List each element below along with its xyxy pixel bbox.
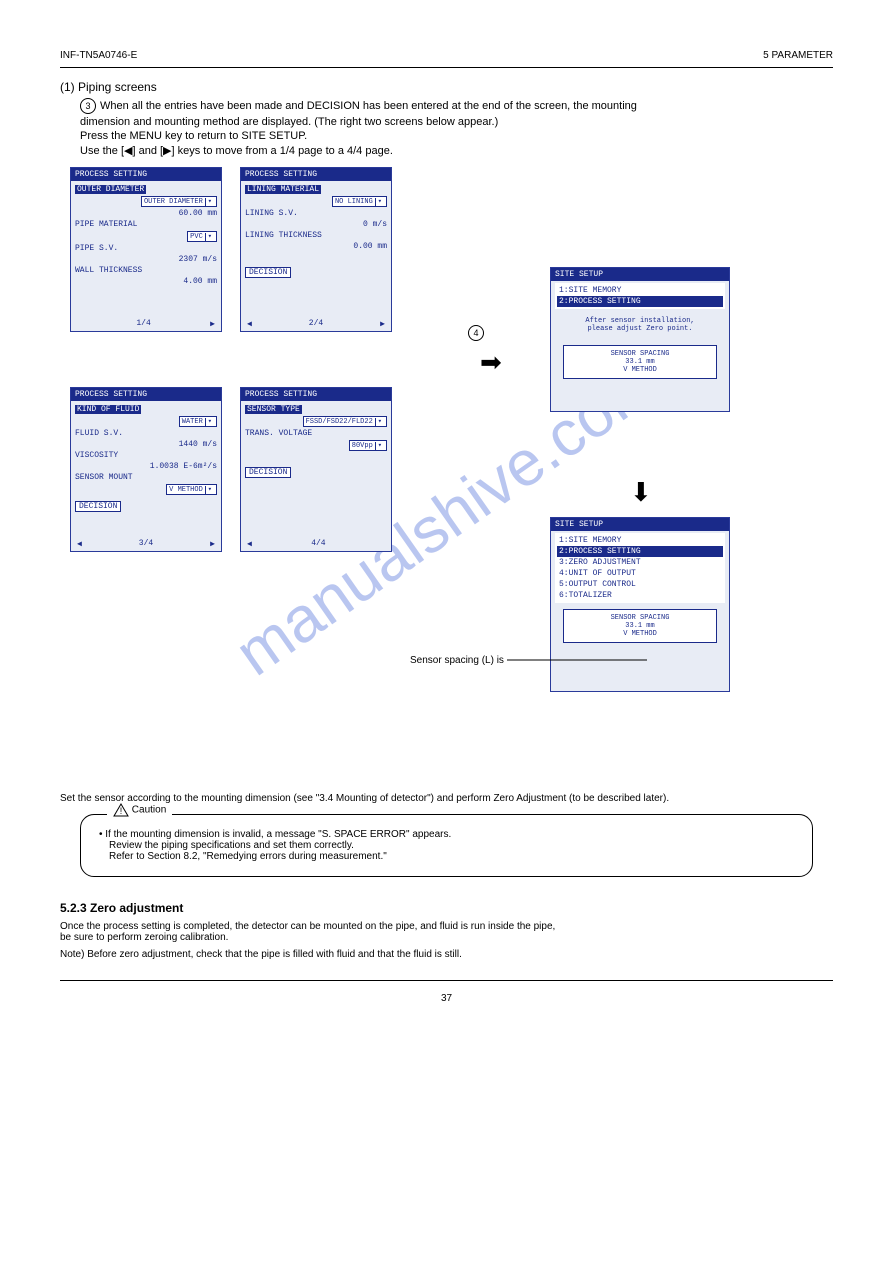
- step-number-4: 4: [468, 325, 484, 341]
- focus-field: KIND OF FLUID: [75, 405, 141, 414]
- focus-field: LINING MATERIAL: [245, 185, 321, 194]
- page-number: 37: [441, 993, 452, 1004]
- pipe-material-dropdown[interactable]: PVC▾: [187, 231, 217, 242]
- pipe-sv-value: 2307 m/s: [75, 255, 217, 264]
- outer-diameter-value: 60.00 mm: [75, 209, 217, 218]
- page-indicator: 3/4: [139, 539, 153, 549]
- process-setting-screen-2: PROCESS SETTING LINING MATERIAL NO LININ…: [240, 167, 392, 332]
- next-page-icon[interactable]: ▶: [210, 539, 215, 549]
- zero-adjustment-heading: 5.2.3 Zero adjustment: [60, 901, 833, 915]
- instruction-extra-1: Press the MENU key to return to SITE SET…: [80, 130, 833, 142]
- zero-adj-p2: be sure to perform zeroing calibration.: [60, 932, 833, 943]
- decision-button[interactable]: DECISION: [75, 501, 121, 512]
- prev-page-icon[interactable]: ◀: [247, 319, 252, 329]
- menu-item-selected[interactable]: 2:PROCESS SETTING: [557, 296, 723, 307]
- piping-heading: (1) Piping screens: [60, 80, 833, 94]
- box-line-1: SENSOR SPACING: [568, 350, 712, 358]
- lining-material-dropdown[interactable]: NO LINING▾: [332, 196, 387, 207]
- screen-title: PROCESS SETTING: [71, 168, 221, 181]
- page-indicator: 4/4: [311, 539, 325, 549]
- caution-line-2: Review the piping specifications and set…: [109, 840, 794, 851]
- sensor-mount-dropdown[interactable]: V METHOD▾: [166, 484, 217, 495]
- wall-thickness-label: WALL THICKNESS: [75, 266, 217, 275]
- caution-icon: !: [113, 803, 129, 817]
- caution-line-3: Refer to Section 8.2, "Remedying errors …: [109, 851, 794, 862]
- trans-voltage-label: TRANS. VOLTAGE: [245, 429, 387, 438]
- lining-sv-label: LINING S.V.: [245, 209, 387, 218]
- box-line-2: 33.1 mm: [568, 358, 712, 366]
- header-rule: [60, 67, 833, 68]
- menu-item[interactable]: 1:SITE MEMORY: [557, 285, 723, 296]
- menu-item[interactable]: 4:UNIT OF OUTPUT: [557, 568, 723, 579]
- popup-msg-2: please adjust Zero point.: [557, 325, 723, 333]
- process-setting-screen-3: PROCESS SETTING KIND OF FLUID WATER▾ FLU…: [70, 387, 222, 552]
- arrow-down-icon: ⬇: [630, 477, 652, 508]
- instruction-extra-2: Use the [◀] and [▶] keys to move from a …: [80, 144, 833, 157]
- set-sensor-text: Set the sensor according to the mounting…: [60, 793, 833, 804]
- menu-item[interactable]: 5:OUTPUT CONTROL: [557, 579, 723, 590]
- menu-item[interactable]: 3:ZERO ADJUSTMENT: [557, 557, 723, 568]
- next-page-icon[interactable]: ▶: [210, 319, 215, 329]
- outer-diameter-dropdown[interactable]: OUTER DIAMETER▾: [141, 196, 217, 207]
- fluid-sv-value: 1440 m/s: [75, 440, 217, 449]
- box-line-1: SENSOR SPACING: [568, 614, 712, 622]
- focus-field: OUTER DIAMETER: [75, 185, 146, 194]
- instruction-text-2: dimension and mounting method are displa…: [80, 116, 833, 128]
- caution-label: Caution: [132, 805, 166, 816]
- footer-rule: [60, 980, 833, 981]
- section-label: 5 PARAMETER: [763, 50, 833, 61]
- instruction-step-3: 3 When all the entries have been made and…: [80, 98, 833, 114]
- menu-item[interactable]: 1:SITE MEMORY: [557, 535, 723, 546]
- popup-msg-1: After sensor installation,: [557, 317, 723, 325]
- prev-page-icon[interactable]: ◀: [77, 539, 82, 549]
- site-setup-screen-a: SITE SETUP 1:SITE MEMORY 2:PROCESS SETTI…: [550, 267, 730, 412]
- box-line-2: 33.1 mm: [568, 622, 712, 630]
- fluid-kind-dropdown[interactable]: WATER▾: [179, 416, 217, 427]
- annot-sensor-spacing: Sensor spacing (L) is: [410, 655, 647, 666]
- screen-title: PROCESS SETTING: [71, 388, 221, 401]
- viscosity-label: VISCOSITY: [75, 451, 217, 460]
- lining-thickness-label: LINING THICKNESS: [245, 231, 387, 240]
- note-head: Note): [60, 949, 84, 960]
- trans-voltage-dropdown[interactable]: 80Vpp▾: [349, 440, 387, 451]
- wall-thickness-value: 4.00 mm: [75, 277, 217, 286]
- screen-title: SITE SETUP: [551, 518, 729, 531]
- process-setting-screen-4: PROCESS SETTING SENSOR TYPE FSSD/FSD22/F…: [240, 387, 392, 552]
- doc-id: INF-TN5A0746-E: [60, 50, 137, 61]
- process-setting-screen-1: PROCESS SETTING OUTER DIAMETER OUTER DIA…: [70, 167, 222, 332]
- caution-box: ! Caution • If the mounting dimension is…: [80, 814, 813, 877]
- step-number-3: 3: [80, 98, 96, 114]
- instruction-text-1: When all the entries have been made and …: [100, 100, 637, 112]
- viscosity-value: 1.0038 E-6m²/s: [75, 462, 217, 471]
- screen-title: PROCESS SETTING: [241, 168, 391, 181]
- menu-item[interactable]: 6:TOTALIZER: [557, 590, 723, 601]
- focus-field: SENSOR TYPE: [245, 405, 302, 414]
- fluid-sv-label: FLUID S.V.: [75, 429, 217, 438]
- step-4-marker: 4: [468, 325, 488, 341]
- screen-title: PROCESS SETTING: [241, 388, 391, 401]
- screen-title: SITE SETUP: [551, 268, 729, 281]
- decision-button[interactable]: DECISION: [245, 267, 291, 278]
- decision-button[interactable]: DECISION: [245, 467, 291, 478]
- prev-page-icon[interactable]: ◀: [247, 539, 252, 549]
- pipe-material-label: PIPE MATERIAL: [75, 220, 217, 229]
- zero-adj-p1: Once the process setting is completed, t…: [60, 921, 833, 932]
- next-page-icon[interactable]: ▶: [380, 319, 385, 329]
- caution-line-1: • If the mounting dimension is invalid, …: [99, 829, 794, 840]
- box-line-3: V METHOD: [568, 630, 712, 638]
- pipe-sv-label: PIPE S.V.: [75, 244, 217, 253]
- note-body: Before zero adjustment, check that the p…: [87, 949, 462, 960]
- sensor-type-dropdown[interactable]: FSSD/FSD22/FLD22▾: [303, 416, 387, 427]
- sensor-mount-label: SENSOR MOUNT: [75, 473, 217, 482]
- arrow-right-icon: ➡: [480, 347, 502, 378]
- page-footer: 37: [60, 993, 833, 1004]
- box-line-3: V METHOD: [568, 366, 712, 374]
- lining-thickness-value: 0.00 mm: [245, 242, 387, 251]
- page-indicator: 2/4: [309, 319, 323, 329]
- svg-text:!: !: [120, 806, 123, 816]
- menu-item-selected[interactable]: 2:PROCESS SETTING: [557, 546, 723, 557]
- page-indicator: 1/4: [136, 319, 150, 329]
- page-header: INF-TN5A0746-E 5 PARAMETER: [60, 50, 833, 61]
- lining-sv-value: 0 m/s: [245, 220, 387, 229]
